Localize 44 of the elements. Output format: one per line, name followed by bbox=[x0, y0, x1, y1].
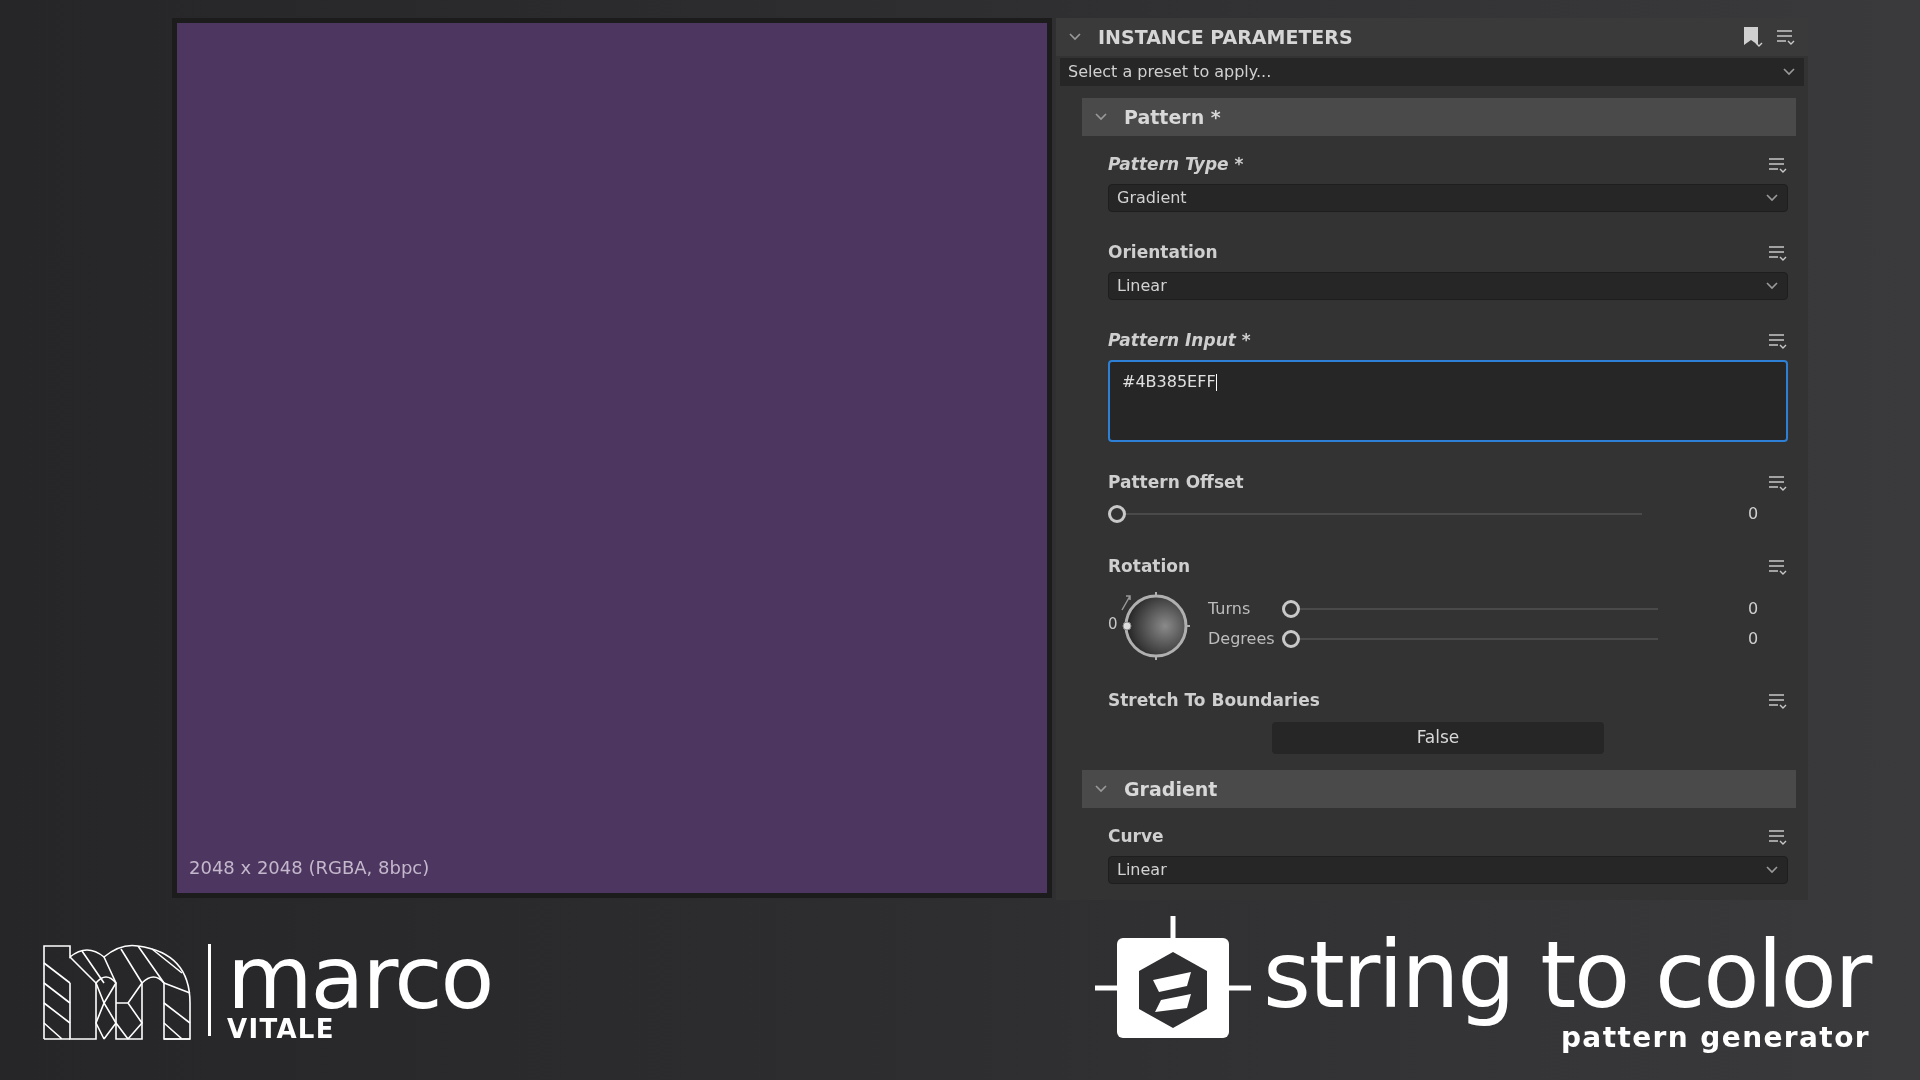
menu-icon[interactable] bbox=[1768, 692, 1788, 710]
text-input-field[interactable]: #4B385EFF bbox=[1108, 360, 1788, 442]
author-last-name: VITALE bbox=[227, 1016, 336, 1042]
parameter-label: Pattern Input * bbox=[1108, 329, 1251, 353]
group-header[interactable]: Gradient bbox=[1082, 770, 1796, 808]
parameter-label: Curve bbox=[1108, 825, 1164, 849]
chevron-down-icon bbox=[1782, 66, 1796, 77]
panel-title: INSTANCE PARAMETERS bbox=[1098, 24, 1354, 50]
parameter-label: Pattern Type * bbox=[1108, 153, 1244, 177]
slider-value: 0 bbox=[1748, 503, 1760, 525]
menu-icon[interactable] bbox=[1768, 156, 1788, 174]
menu-icon[interactable] bbox=[1768, 558, 1788, 576]
dropdown[interactable]: Gradient bbox=[1108, 184, 1788, 212]
menu-icon[interactable] bbox=[1768, 332, 1788, 350]
chevron-down-icon bbox=[1765, 281, 1779, 291]
parameter-label: Rotation bbox=[1108, 555, 1191, 579]
image-info: 2048 x 2048 (RGBA, 8bpc) bbox=[189, 856, 430, 880]
menu-icon[interactable] bbox=[1768, 244, 1788, 262]
preset-dropdown[interactable]: Select a preset to apply... bbox=[1060, 57, 1804, 86]
chevron-icon bbox=[1094, 112, 1108, 122]
product-tagline: pattern generator bbox=[1560, 1024, 1870, 1052]
dropdown[interactable]: Linear bbox=[1108, 856, 1788, 884]
slider-label: Turns bbox=[1208, 598, 1252, 620]
slider-thumb[interactable] bbox=[1282, 630, 1300, 648]
toggle-button[interactable]: False bbox=[1272, 722, 1604, 754]
chevron-down-icon bbox=[1765, 193, 1779, 203]
author-first-name: marco bbox=[227, 938, 493, 1018]
parameter-label: Stretch To Boundaries bbox=[1108, 689, 1320, 713]
angle-value: 0 bbox=[1108, 613, 1119, 635]
chevron-down-icon bbox=[1765, 865, 1779, 875]
dropdown[interactable]: Linear bbox=[1108, 272, 1788, 300]
slider-thumb[interactable] bbox=[1108, 505, 1126, 523]
parameter-label: Pattern Offset bbox=[1108, 471, 1244, 495]
slider-value: 0 bbox=[1748, 598, 1760, 620]
slider-value: 0 bbox=[1748, 628, 1760, 650]
group-header[interactable]: Pattern * bbox=[1082, 98, 1796, 136]
slider-thumb[interactable] bbox=[1282, 600, 1300, 618]
slider-label: Degrees bbox=[1208, 628, 1276, 650]
menu-icon[interactable] bbox=[1776, 27, 1796, 46]
chevron-icon bbox=[1094, 784, 1108, 794]
parameter-label: Orientation bbox=[1108, 241, 1218, 265]
product-name: string to color bbox=[1263, 928, 1870, 1024]
menu-icon[interactable] bbox=[1768, 474, 1788, 492]
menu-icon[interactable] bbox=[1768, 828, 1788, 846]
